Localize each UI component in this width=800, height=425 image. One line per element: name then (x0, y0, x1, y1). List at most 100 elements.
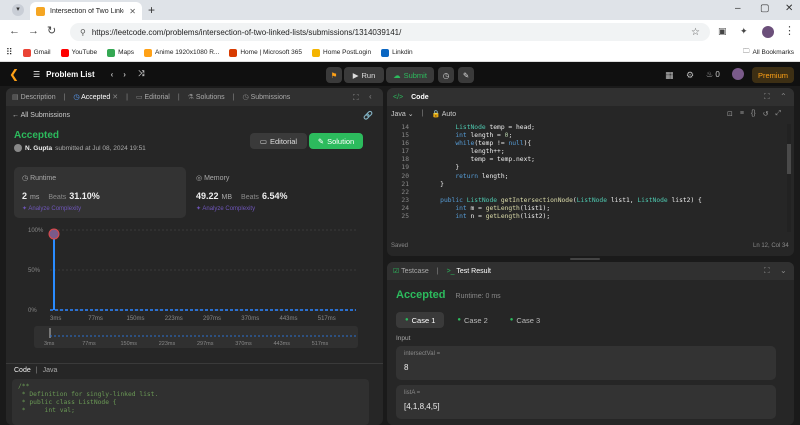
expand-icon[interactable]: ⛶ (353, 93, 359, 103)
all-bookmarks-folder[interactable]: 🗀 All Bookmarks (743, 47, 794, 58)
left-panel: ▤ Description | ◷ Accepted ✕ | ▭ Editorial | ⚗… (6, 88, 383, 425)
editor-toolbar: Java ⌄ | 🔒 Auto (391, 110, 457, 118)
bookmark-item[interactable]: Maps (107, 48, 134, 57)
profile-avatar[interactable] (762, 26, 774, 38)
premium-button[interactable]: Premium (752, 67, 794, 83)
chart-x-tick: 3ms (50, 316, 61, 322)
problem-list-nav: ☰ Problem List ‹ › ⤨ (33, 69, 144, 79)
expand-icon[interactable]: ⛶ (764, 266, 770, 276)
memory-card[interactable]: ◎ Memory 49.22 MB Beats 6.54% ✦ Analyze Co… (188, 167, 360, 218)
input-field: intersectVal = 8 (396, 346, 776, 380)
testcase-tab[interactable]: ☑ Testcase (393, 267, 429, 275)
reset-code-icon[interactable]: ↺ (763, 110, 769, 118)
expand-icon[interactable]: ⛶ (764, 92, 770, 102)
url-field[interactable]: ⚲ https://leetcode.com/problems/intersec… (70, 23, 710, 41)
submit-button[interactable]: ☁ Submit (386, 67, 434, 83)
bookmark-icon[interactable]: ⊡ (727, 110, 733, 118)
format-code-icon[interactable]: ≡ (740, 110, 744, 118)
tab-accepted[interactable]: ◷ Accepted ✕ (73, 93, 118, 101)
case-tab-2[interactable]: ● Case 2 (448, 312, 496, 328)
problem-list-link[interactable]: Problem List (46, 70, 94, 79)
book-icon: ▭ (259, 136, 267, 146)
bookmark-item[interactable]: YouTube (60, 48, 97, 57)
analyze-complexity-link[interactable]: ✦ Analyze Complexity (22, 205, 81, 212)
collapse-icon[interactable]: ⌃ (780, 92, 787, 101)
settings-gear-icon[interactable]: ⚙ (686, 70, 694, 81)
chrome-menu-icon[interactable]: ⋮ (784, 24, 795, 38)
shuffle-icon[interactable]: ⤨ (138, 69, 144, 79)
code-line: 17 length++; (401, 148, 505, 156)
prev-problem-icon[interactable]: ‹ (111, 70, 114, 79)
bookmark-star-icon[interactable]: ☆ (691, 27, 700, 38)
extension-icon[interactable]: ▣ (718, 24, 727, 38)
analyze-complexity-link[interactable]: ✦ Analyze Complexity (196, 205, 255, 212)
close-tab-icon[interactable]: ✕ (112, 94, 118, 101)
apps-icon[interactable]: ⠿ (6, 47, 13, 58)
chart-x-tick: 370ms (241, 316, 259, 322)
run-status: Accepted Runtime: 0 ms (396, 289, 501, 301)
braces-icon[interactable]: {} (751, 110, 756, 118)
notes-icon[interactable]: ✎ (458, 67, 474, 83)
forward-icon[interactable]: → (28, 24, 39, 38)
cursor-position: Ln 12, Col 34 (753, 243, 789, 249)
flask-icon: ⚗ (187, 94, 194, 101)
slider-tick: 223ms (159, 341, 176, 347)
collapse-icon[interactable]: ‹ (369, 92, 372, 101)
solution-button[interactable]: ✎ Solution (309, 133, 363, 149)
tab-editorial[interactable]: ▭ Editorial (136, 93, 170, 101)
reload-icon[interactable]: ↻ (47, 24, 56, 38)
tab-solutions[interactable]: ⚗ Solutions (188, 93, 225, 101)
new-tab-icon[interactable]: + (148, 3, 155, 17)
fullscreen-icon[interactable]: ⤢ (776, 110, 782, 118)
bookmark-item[interactable]: Anime 1920x1080 R... (144, 48, 219, 57)
editorial-button[interactable]: ▭ Editorial (250, 133, 307, 149)
close-tab-icon[interactable]: ✕ (129, 7, 136, 16)
bookmark-item[interactable]: Home PostLogin (312, 48, 371, 57)
chart-x-tick: 443ms (280, 316, 298, 322)
browser-tab[interactable]: Intersection of Two Linked Lists ✕ (30, 2, 142, 20)
tab-title: Intersection of Two Linked Lists (50, 7, 124, 15)
tab-search-icon[interactable]: ▾ (12, 4, 24, 16)
bookmark-item[interactable]: Linkdin (381, 48, 413, 57)
maximize-icon[interactable]: ▢ (760, 3, 769, 15)
submission-meta: N. Gupta submitted at Jul 08, 2024 19:51 (14, 144, 146, 152)
chevron-down-icon: ⌄ (407, 111, 414, 118)
streak-counter[interactable]: ♨ 0 (706, 70, 720, 79)
leetcode-logo-icon[interactable]: ❮ (9, 68, 22, 81)
collapse-icon[interactable]: ⌄ (780, 266, 787, 275)
back-icon[interactable]: ← (9, 24, 20, 38)
site-info-icon[interactable]: ⚲ (80, 28, 86, 37)
puzzle-icon[interactable]: ✦ (740, 24, 748, 38)
run-button[interactable]: ▶ Run (344, 67, 384, 83)
bookmark-item[interactable]: Home | Microsoft 365 (229, 48, 302, 57)
resize-handle[interactable] (570, 258, 600, 260)
debug-icon[interactable]: ⚑ (326, 67, 342, 83)
language-select[interactable]: Java ⌄ (391, 110, 414, 118)
next-problem-icon[interactable]: › (123, 70, 126, 79)
author-name[interactable]: N. Gupta (25, 145, 52, 152)
bookmark-favicon-icon (229, 48, 238, 57)
close-window-icon[interactable]: ✕ (785, 3, 793, 15)
bookmark-item[interactable]: Gmail (22, 48, 51, 57)
minimize-icon[interactable]: – (735, 3, 741, 15)
share-link-icon[interactable]: 🔗 (363, 111, 373, 120)
code-line: 23 public ListNode getIntersectionNode(L… (401, 196, 702, 204)
user-avatar[interactable] (732, 68, 744, 80)
layout-icon[interactable]: ▦ (665, 70, 674, 81)
timer-icon[interactable]: ◷ (438, 67, 454, 83)
editor-scrollbar[interactable] (787, 144, 791, 174)
bookmark-favicon-icon (22, 48, 31, 57)
code-language: Java (42, 367, 58, 374)
tab-submissions[interactable]: ◷ Submissions (243, 93, 291, 101)
case-tab-3[interactable]: ● Case 3 (501, 312, 549, 328)
memory-label: ◎ Memory (196, 175, 230, 182)
all-submissions-link[interactable]: ← All Submissions (12, 112, 70, 119)
auto-mode-toggle[interactable]: 🔒 Auto (431, 110, 456, 118)
test-result-tab[interactable]: >_ Test Result (447, 268, 491, 275)
code-editor[interactable]: 14 ListNode temp = head; 15 int length = … (387, 124, 782, 232)
case-tab-1[interactable]: ● Case 1 (396, 312, 445, 328)
tab-description[interactable]: ▤ Description (12, 93, 56, 101)
runtime-card[interactable]: ◷ Runtime 2 ms Beats 31.10% ✦ Analyze Comp… (14, 167, 186, 218)
checkbox-icon: ☑ (393, 268, 400, 275)
code-tab[interactable]: Code (411, 94, 429, 101)
